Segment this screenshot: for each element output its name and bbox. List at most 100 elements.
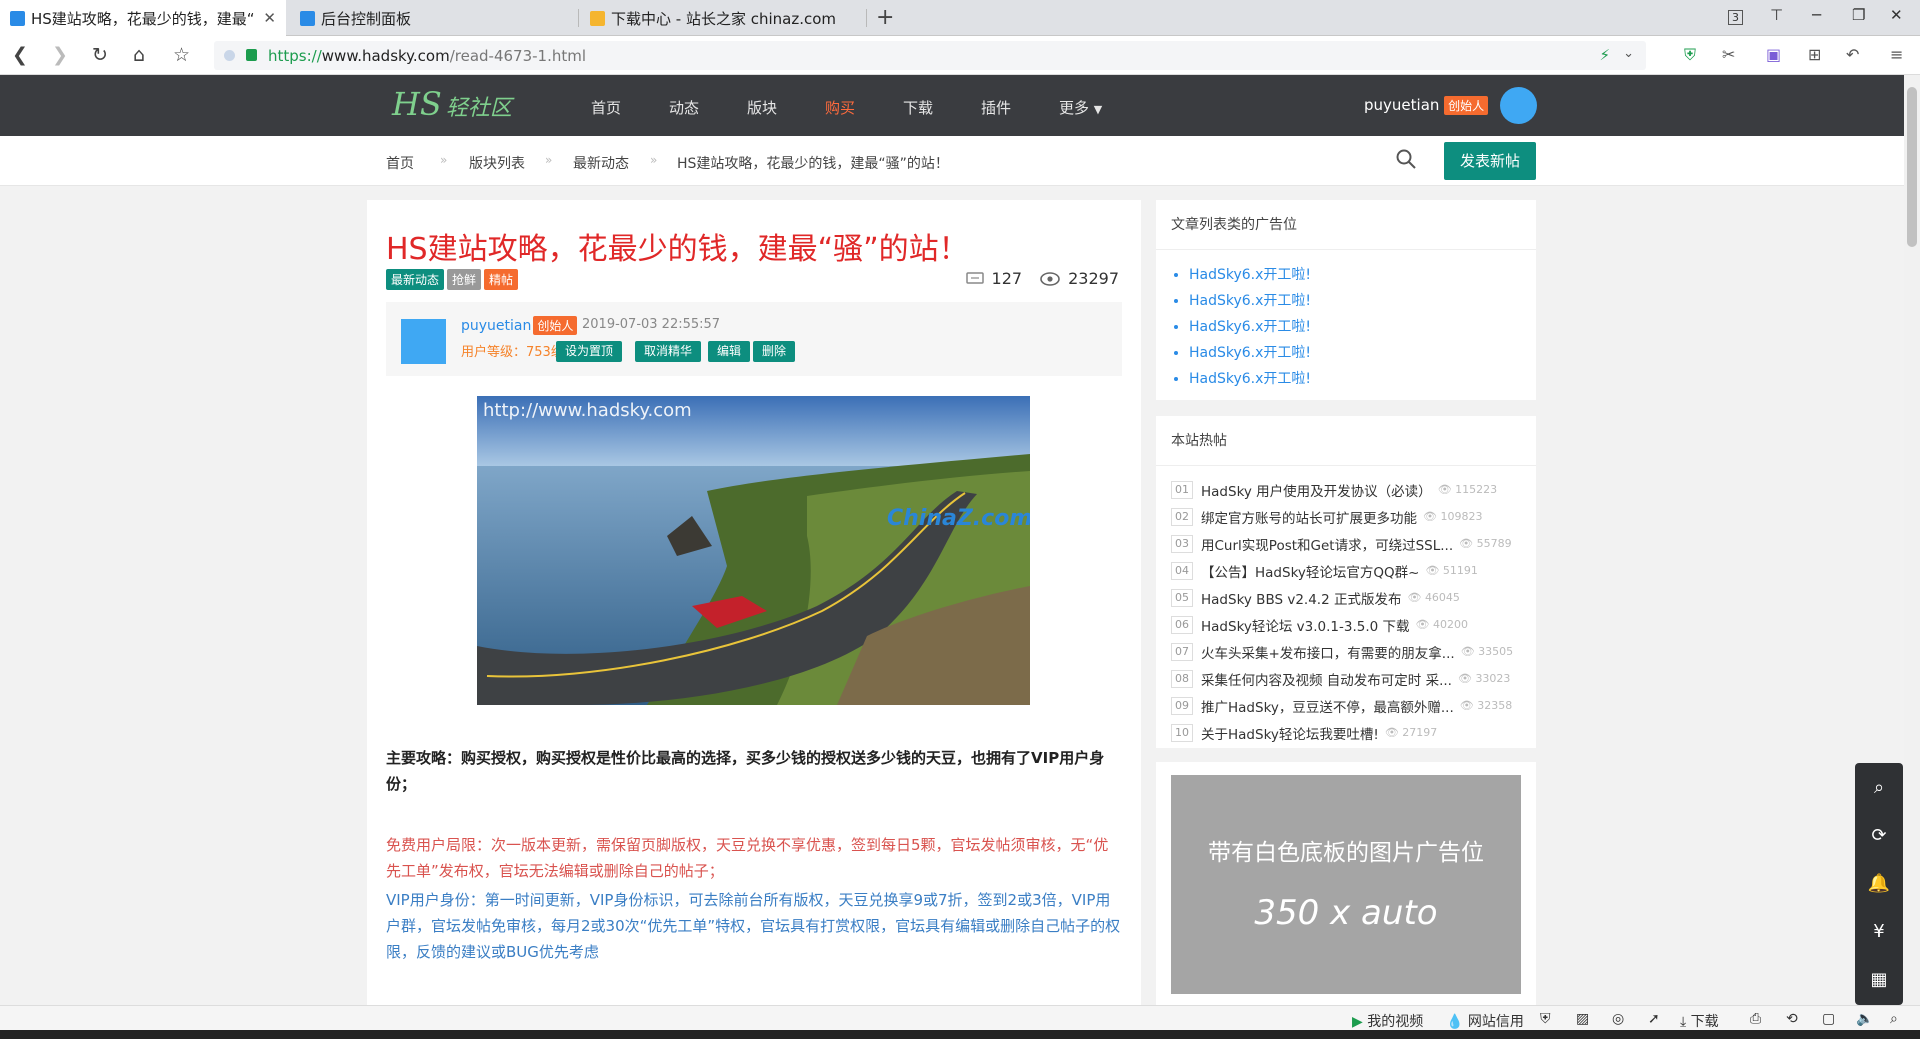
nav-download[interactable]: 下载 [903,97,933,118]
history-icon[interactable]: ⟲ [1786,1011,1798,1027]
shield-icon[interactable]: ⛨ [1684,45,1696,65]
bell-icon[interactable]: 🔔 [1855,859,1903,907]
nav-dynamic[interactable]: 动态 [669,97,699,118]
window-icon[interactable]: ▢ [1822,1011,1835,1027]
delete-button[interactable]: 删除 [753,341,796,362]
eye-icon: 👁 [1460,645,1479,658]
hot-title[interactable]: HadSky 用户使用及开发协议（必读） [1201,480,1432,500]
site-logo[interactable]: HS 轻社区 [392,85,512,123]
new-tab-button[interactable]: + [876,5,894,30]
list-item[interactable]: 01 HadSky 用户使用及开发协议（必读） 👁 115223 [1156,476,1536,503]
undo-icon[interactable]: ↶ [1846,45,1859,64]
close-window-icon[interactable]: ✕ [1890,6,1903,24]
reload-icon[interactable]: ↻ [92,44,108,66]
shield-icon[interactable]: ⛨ [1540,1011,1551,1027]
lightning-icon[interactable]: ⚡ [1599,46,1610,64]
search-icon[interactable] [1395,148,1417,170]
ad-link[interactable]: HadSky6.x开工啦! [1189,340,1536,366]
drop-icon: 💧 [1446,1014,1464,1030]
tag-fresh[interactable]: 抢鲜 [447,269,482,290]
hot-title[interactable]: HadSky BBS v2.4.2 正式版发布 [1201,588,1401,608]
rank-number: 06 [1171,615,1193,634]
nav-plugins[interactable]: 插件 [981,97,1011,118]
ad-link[interactable]: HadSky6.x开工啦! [1189,314,1536,340]
list-item[interactable]: 10 关于HadSky轻论坛我要吐槽! 👁 27197 [1156,719,1536,746]
author-name[interactable]: puyuetian 创始人 [461,316,578,335]
chevron-down-icon[interactable]: ⌄ [1623,46,1634,61]
forward-icon[interactable]: ❯ [52,44,68,66]
breadcrumb-latest[interactable]: 最新动态 [573,153,629,173]
qrcode-icon[interactable]: ▦ [1855,955,1903,1003]
close-tab-icon[interactable]: ✕ [263,9,276,27]
list-item[interactable]: 03 用Curl实现Post和Get请求，可绕过SSL... 👁 55789 [1156,530,1536,557]
hot-title[interactable]: 采集任何内容及视频 自动发布可定时 采... [1201,669,1452,689]
rocket-icon[interactable]: ➚ [1648,1011,1660,1027]
apps-grid-icon[interactable]: ⊞ [1808,45,1821,64]
avatar[interactable] [401,319,446,364]
search-icon[interactable]: ⌕ [1855,763,1903,811]
list-item[interactable]: 06 HadSky轻论坛 v3.0.1-3.5.0 下载 👁 40200 [1156,611,1536,638]
shirt-icon[interactable]: ⊤ [1770,6,1783,24]
user-name[interactable]: puyuetian 创始人 [1364,96,1489,115]
browser-tab[interactable]: 后台控制面板 [290,0,576,36]
bookmark-star-icon[interactable]: ☆ [173,44,190,66]
tag-featured[interactable]: 精帖 [484,269,519,290]
hot-title[interactable]: HadSky轻论坛 v3.0.1-3.5.0 下载 [1201,615,1410,635]
browser-tab-active[interactable]: HS建站攻略，花最少的钱，建最“ ✕ [0,0,286,36]
translate-icon[interactable]: ▣ [1766,45,1781,64]
breadcrumb-home[interactable]: 首页 [386,153,414,173]
list-item[interactable]: 07 火车头采集+发布接口，有需要的朋友拿... 👁 33505 [1156,638,1536,665]
menu-icon[interactable]: ≡ [1890,45,1903,64]
speaker-icon[interactable]: 🔈 [1856,1011,1873,1027]
rank-number: 08 [1171,669,1193,688]
back-icon[interactable]: ❮ [12,44,28,66]
scrollbar-thumb[interactable] [1907,87,1917,247]
hot-title[interactable]: 关于HadSky轻论坛我要吐槽! [1201,723,1379,743]
breadcrumb-boards[interactable]: 版块列表 [469,153,525,173]
nav-buy[interactable]: 购买 [825,97,855,118]
hot-title[interactable]: 绑定官方账号的站长可扩展更多功能 [1201,507,1417,527]
hot-title[interactable]: 用Curl实现Post和Get请求，可绕过SSL... [1201,534,1453,554]
refresh-icon[interactable]: ⟳ [1855,811,1903,859]
download-link[interactable]: ⤓ 下载 [1680,1011,1719,1031]
compass-icon[interactable]: ◎ [1612,1011,1624,1027]
edit-button[interactable]: 编辑 [708,341,751,362]
ad-link[interactable]: HadSky6.x开工啦! [1189,262,1536,288]
minimize-icon[interactable]: ─ [1812,6,1821,24]
nav-more[interactable]: 更多 ▼ [1059,97,1102,118]
avatar[interactable] [1500,87,1537,124]
tag-latest[interactable]: 最新动态 [386,269,445,290]
zoom-icon[interactable]: ⌕ [1890,1011,1898,1027]
image-icon[interactable]: ▨ [1576,1011,1589,1027]
new-post-button[interactable]: 发表新帖 [1444,142,1536,180]
nav-home[interactable]: 首页 [591,97,621,118]
yen-icon[interactable]: ¥ [1855,907,1903,955]
pin-button[interactable]: 设为置顶 [556,341,623,362]
nav-boards[interactable]: 版块 [747,97,777,118]
list-item[interactable]: 08 采集任何内容及视频 自动发布可定时 采... 👁 33023 [1156,665,1536,692]
hot-title[interactable]: 推广HadSky，豆豆送不停，最高额外赠... [1201,696,1454,716]
site-info-icon[interactable] [224,50,235,61]
browser-tab[interactable]: 下载中心 - 站长之家 chinaz.com [580,0,866,36]
print-icon[interactable]: ⎙ [1750,1011,1761,1027]
page-scrollbar[interactable] [1904,75,1920,1005]
unfeature-button[interactable]: 取消精华 [635,341,702,362]
list-item[interactable]: 04 【公告】HadSky轻论坛官方QQ群~ 👁 51191 [1156,557,1536,584]
hot-title[interactable]: 【公告】HadSky轻论坛官方QQ群~ [1201,561,1419,581]
tab-count-badge[interactable]: 3 [1728,10,1743,25]
my-video-link[interactable]: ▶ 我的视频 [1352,1011,1423,1031]
site-credit-link[interactable]: 💧 网站信用 [1446,1011,1524,1031]
ad-banner[interactable]: 带有白色底板的图片广告位 350 x auto [1171,775,1521,994]
url-field[interactable]: https://www.hadsky.com/read-4673-1.html … [214,41,1646,70]
web-page: HS 轻社区 首页 动态 版块 购买 下载 插件 更多 ▼ puyuetian 创… [0,75,1904,1005]
hot-title[interactable]: 火车头采集+发布接口，有需要的朋友拿... [1201,642,1455,662]
list-item[interactable]: 09 推广HadSky，豆豆送不停，最高额外赠... 👁 32358 [1156,692,1536,719]
ad-link[interactable]: HadSky6.x开工啦! [1189,366,1536,392]
list-item[interactable]: 05 HadSky BBS v2.4.2 正式版发布 👁 46045 [1156,584,1536,611]
view-count: 👁 27197 [1384,726,1438,739]
list-item[interactable]: 02 绑定官方账号的站长可扩展更多功能 👁 109823 [1156,503,1536,530]
home-icon[interactable]: ⌂ [133,44,145,66]
ad-link[interactable]: HadSky6.x开工啦! [1189,288,1536,314]
scissors-icon[interactable]: ✂ [1722,45,1735,64]
restore-icon[interactable]: ❐ [1852,6,1865,24]
